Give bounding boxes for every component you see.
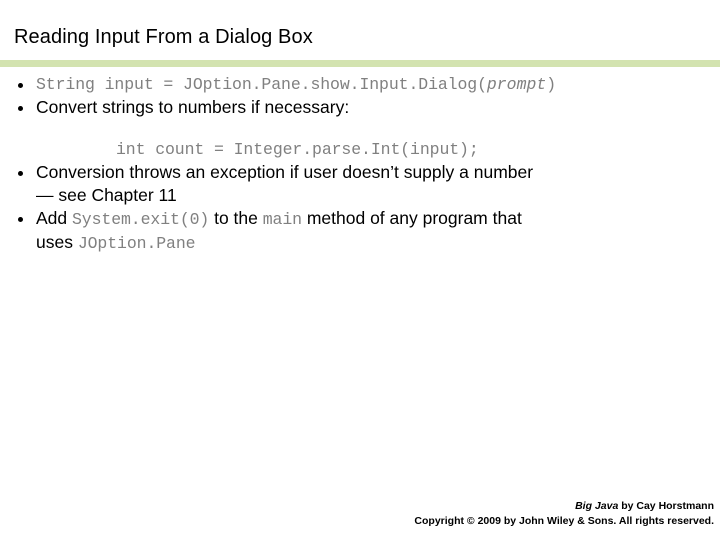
page-title: Reading Input From a Dialog Box	[14, 26, 313, 48]
code-parameter-text: prompt	[486, 75, 547, 94]
slide: Reading Input From a Dialog Box String i…	[0, 0, 720, 540]
list-item: Conversion throws an exception if user d…	[0, 161, 720, 207]
code-text-close: )	[546, 75, 557, 94]
bullet-text-line2-group: uses JOption.Pane	[36, 231, 720, 255]
bullet-text-post: method of any program that	[301, 207, 522, 228]
list-item: Add System.exit(0) to the main method of…	[0, 207, 720, 255]
bullet-text-line2: — see Chapter 11	[36, 184, 177, 205]
bullet-text-line2-pre: uses	[36, 231, 78, 252]
footer-book-title: Big Java	[575, 499, 619, 512]
code-block: int count = Integer.parse.Int(input);	[116, 139, 479, 159]
bullet-dot-icon	[18, 171, 23, 177]
bullet-text-pre: Add	[36, 207, 72, 228]
footer-copyright: Copyright © 2009 by John Wiley & Sons. A…	[414, 515, 714, 528]
list-item: String input = JOption.Pane.show.Input.D…	[0, 72, 720, 96]
footer: Big Java by Cay Horstmann Copyright © 20…	[414, 499, 714, 531]
bullet-dot-icon	[18, 82, 23, 88]
footer-book-line: Big Java by Cay Horstmann	[414, 499, 714, 515]
slide-body: String input = JOption.Pane.show.Input.D…	[0, 72, 720, 254]
bullet-text-line1: Conversion throws an exception if user d…	[36, 161, 534, 182]
footer-author: by Cay Horstmann	[618, 499, 714, 512]
bullet-dot-icon	[18, 106, 23, 112]
list-item: Convert strings to numbers if necessary:…	[0, 96, 720, 161]
code-system-exit: System.exit(0)	[72, 209, 210, 229]
bullet-list: String input = JOption.Pane.show.Input.D…	[0, 72, 720, 254]
code-main: main	[262, 209, 302, 229]
bullet-dot-icon	[18, 217, 23, 223]
code-joptionpane: JOption.Pane	[77, 233, 196, 253]
bullet-text: Convert strings to numbers if necessary:	[36, 96, 350, 117]
code-text: String input = JOption.Pane.show.Input.D…	[36, 75, 487, 94]
bullet-text-mid: to the	[209, 207, 263, 228]
title-divider	[0, 60, 720, 67]
